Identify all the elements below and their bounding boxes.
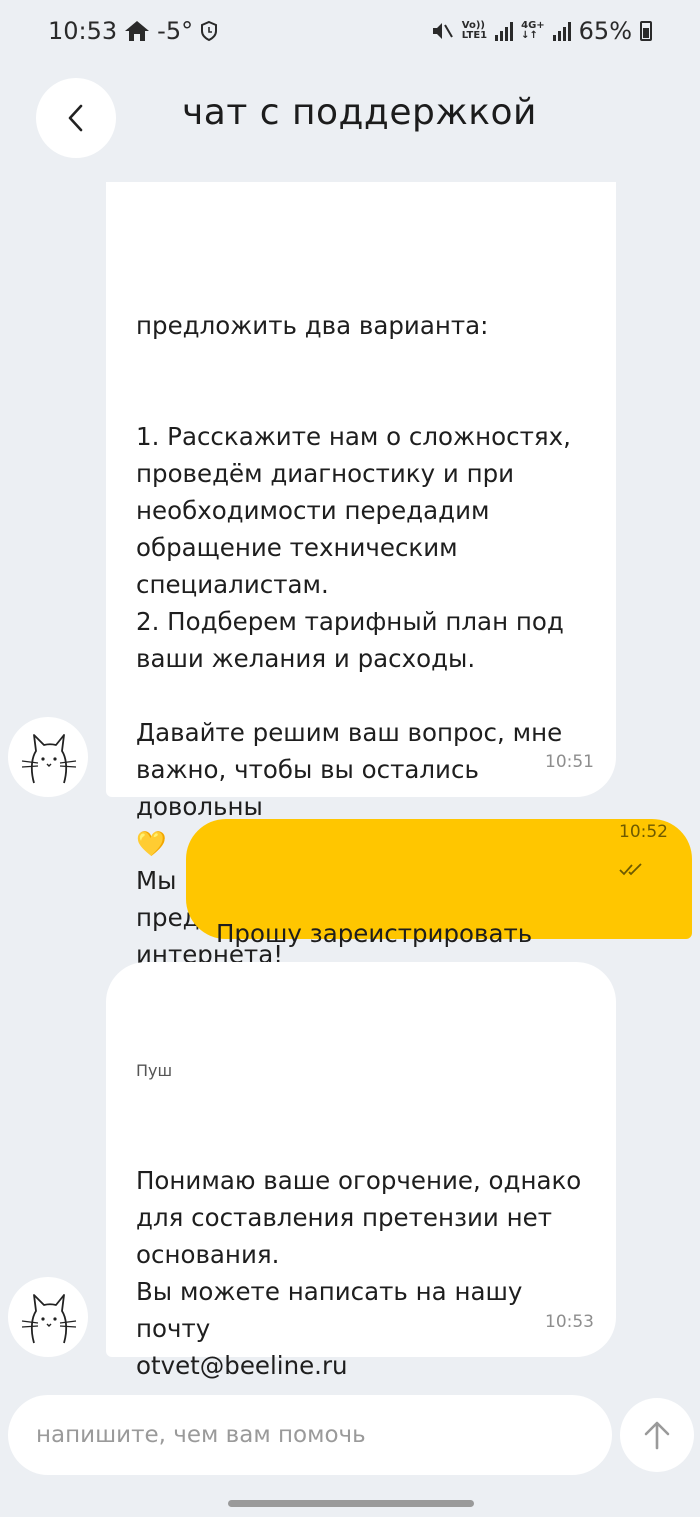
network-arrows: ↓↑ [521,30,538,41]
status-right: Vo)) LTE1 4G+ ↓↑ 65% [430,17,652,45]
status-temperature: -5° [157,17,194,45]
message-input[interactable] [8,1395,612,1475]
chevron-left-icon [68,104,83,132]
bot-avatar [8,1277,88,1357]
message-text: Понимаю ваше огорчение, однако для соста… [136,1166,582,1380]
shield-icon [201,20,218,42]
message-time: 10:52 [587,777,668,925]
send-button[interactable] [620,1398,694,1472]
cat-avatar-icon [21,734,77,784]
bot-avatar [8,717,88,797]
cat-avatar-icon [21,1294,77,1344]
message-time: 10:53 [545,1312,594,1332]
message-composer [8,1395,612,1475]
message-text-partial: предложить два варианта: [136,311,489,340]
signal-icon-2 [552,21,571,41]
network-indicator: 4G+ ↓↑ [521,21,545,41]
page-title: чат с поддержкой [182,92,537,133]
home-icon [125,21,150,41]
double-check-icon [619,863,642,876]
chat-area[interactable]: предложить два варианта: 1. Расскажите н… [0,182,700,1382]
volte-indicator: Vo)) LTE1 [462,21,487,41]
volte-bottom: LTE1 [461,30,488,41]
sender-name: Пуш [136,1061,173,1080]
chat-header: чат с поддержкой [0,62,700,182]
status-time: 10:53 [48,17,118,45]
home-indicator[interactable] [228,1500,474,1507]
battery-percent: 65% [578,17,632,45]
battery-icon [640,21,652,41]
status-left: 10:53 -5° [48,17,219,45]
back-button[interactable] [36,78,116,158]
message-bubble-outgoing: Прошу зареистрировать притензию 10:52 [186,819,692,985]
message-bubble-incoming: Пуш Понимаю ваше огорчение, однако для с… [106,962,616,1380]
message-bubble-incoming: предложить два варианта: 1. Расскажите н… [106,182,616,969]
message-time: 10:51 [545,752,594,772]
arrow-up-icon [644,1421,670,1450]
signal-icon [495,21,514,41]
status-bar: 10:53 -5° Vo)) LTE1 4G+ ↓↑ 65% [0,0,700,62]
message-time-value: 10:52 [619,822,668,842]
mute-icon [432,23,453,39]
